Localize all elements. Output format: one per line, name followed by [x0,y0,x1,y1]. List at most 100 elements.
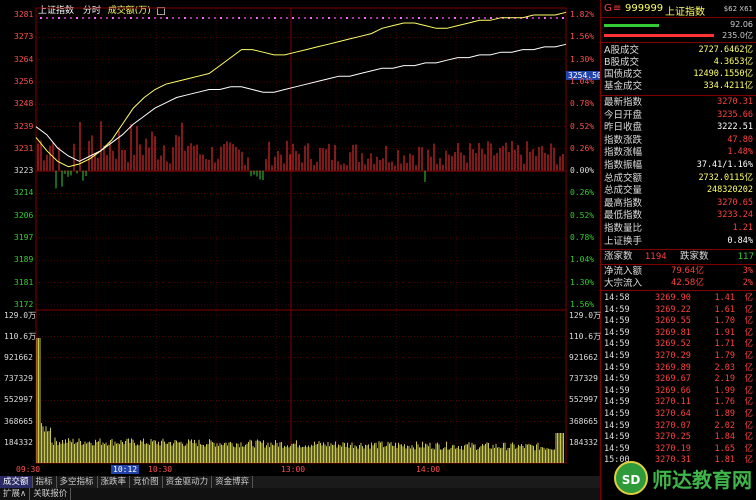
tab-4[interactable]: 竞价图 [130,476,163,488]
event-marker [352,17,354,19]
event-marker [100,17,102,19]
tab-0[interactable]: 成交额 [0,476,33,488]
tick-unit: 亿 [744,362,753,373]
divider [601,249,756,250]
stat-row: 最低指数 3233.24 [603,210,755,222]
tick-volume: 1.84 [714,432,735,443]
flow-value: 79.64亿 [671,266,704,276]
tick-time: 14:59 [604,420,630,431]
x-tick: 09:30 [16,465,41,474]
event-marker [184,17,186,19]
tick-time: 14:59 [604,432,630,443]
event-marker [358,17,360,19]
tick-time: 14:59 [604,385,630,396]
event-marker [88,17,90,19]
flow-pct: 3% [742,266,753,276]
event-marker [136,17,138,19]
tab-3[interactable]: 涨跌率 [98,476,131,488]
event-marker [52,17,54,19]
y-tick-right: 0.52% [570,210,595,220]
stat-label: 昨日收盘 [604,122,643,134]
event-marker [76,17,78,19]
tab-6[interactable]: 资金博弈 [212,476,254,488]
event-marker [400,17,402,19]
divider [601,42,756,43]
event-marker [190,17,192,19]
tick-volume: 1.61 [714,304,735,315]
tick-row: 14:59 3269.66 1.99 亿 [603,386,755,398]
event-marker [442,17,444,19]
stat-value: 3222.51 [717,122,753,133]
x-tick: 10:12 [111,465,140,474]
stat-row: 指数振幅 37.41/1.16% [603,160,755,172]
stat-label: 最新指数 [604,97,643,108]
tick-row: 14:59 3270.07 2.02 亿 [603,421,755,433]
stat-label: 最低指数 [604,210,643,222]
stat-label: 总成交量 [604,185,643,197]
tick-row: 14:59 3269.52 1.71 亿 [603,339,755,351]
event-marker [448,17,450,19]
tab-2[interactable]: 多空指标 [57,476,98,488]
y-tick-left: 3223 [14,166,34,176]
vol-tick-left: 110.6万 [4,332,37,342]
stat-value: 37.41/1.16% [696,160,753,170]
tick-price: 3270.25 [655,432,691,443]
tick-time: 14:59 [604,351,630,361]
tab-5[interactable]: 资金驱动力 [163,476,213,488]
event-marker [220,17,222,19]
tab2-1[interactable]: 关联报价 [30,488,72,500]
stat-value: 3270.65 [717,197,753,208]
y-tick-left: 3248 [14,99,34,109]
tick-time: 14:59 [604,397,630,408]
tick-row: 14:59 3270.25 1.84 亿 [603,432,755,444]
vol-tick-left: 921662 [4,352,33,362]
event-marker [430,17,432,19]
tab2-0[interactable]: 扩展∧ [0,488,31,500]
stat-row: 基金成交 334.4211亿 [603,81,755,93]
event-marker [316,17,318,19]
tab-1[interactable]: 指标 [33,476,57,488]
tick-volume: 1.99 [714,385,735,396]
tick-price: 3270.11 [655,397,691,408]
y-tick-right: 1.04% [570,76,595,86]
vol-tick-right: 368665 [569,416,598,426]
vol-tick-right: 129.0万 [569,311,602,320]
flow-value: 42.58亿 [671,278,704,288]
event-marker [172,17,174,19]
stat-value: 1.48% [727,147,753,158]
header-name: 上证指数 [665,7,705,18]
header-letter: G [604,3,612,14]
event-marker [160,17,162,19]
event-marker [196,17,198,19]
y-tick-left: 3239 [14,121,34,131]
tick-price: 3269.81 [655,327,691,338]
event-marker [40,17,42,19]
stat-label: 指数振幅 [604,160,643,171]
event-marker [82,17,84,19]
vol-tick-right: 184332 [569,438,598,447]
menu-icon[interactable]: ≡ [613,3,621,14]
tick-unit: 亿 [744,293,753,303]
tick-unit: 亿 [744,443,753,454]
event-marker [130,17,132,19]
event-marker [454,17,456,19]
flow-row: 净流入额 79.64亿 3% [603,266,755,278]
tick-time: 14:59 [604,409,630,419]
event-marker [244,17,246,19]
event-marker [112,17,114,19]
event-marker [340,17,342,19]
tick-price: 3269.52 [655,339,691,350]
watermark: SD 师达教育网 [612,459,754,497]
event-marker [256,17,258,19]
indicator-tabbar: 成交额 指标 多空指标 涨跌率 竞价图 资金驱动力 资金博弈 [0,476,600,488]
event-marker [286,17,288,19]
flow-label: 大宗流入 [604,278,643,289]
tick-unit: 亿 [744,397,753,408]
event-marker [532,17,534,19]
vol-tick-right: 110.6万 [569,332,602,342]
vol-tick-left: 368665 [4,416,33,426]
event-marker [154,17,156,19]
event-marker [556,17,558,19]
tick-volume: 1.65 [714,443,735,454]
y-tick-left: 3181 [14,277,34,287]
